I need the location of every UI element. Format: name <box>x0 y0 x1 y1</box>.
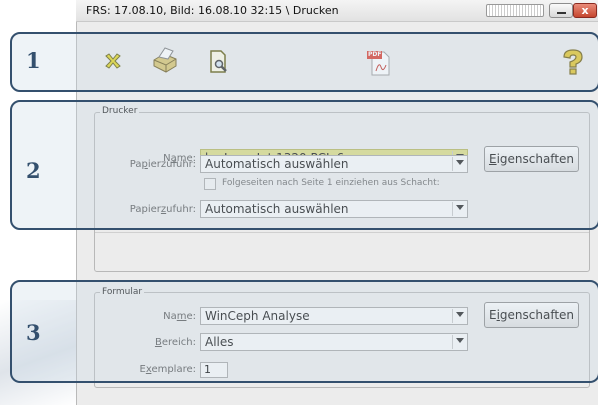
callout-number-3: 3 <box>26 320 41 345</box>
callout-number-2: 2 <box>26 158 41 183</box>
close-window-button[interactable]: x <box>573 3 597 18</box>
minimize-button[interactable] <box>549 3 573 18</box>
callout-3-frame <box>10 280 598 383</box>
window-title: FRS: 17.08.10, Bild: 16.08.10 32:15 \ Dr… <box>86 4 339 17</box>
callout-1-frame <box>10 32 598 92</box>
callout-2-frame <box>10 100 598 230</box>
callout-number-1: 1 <box>26 48 41 73</box>
titlebar-pattern <box>486 4 544 17</box>
